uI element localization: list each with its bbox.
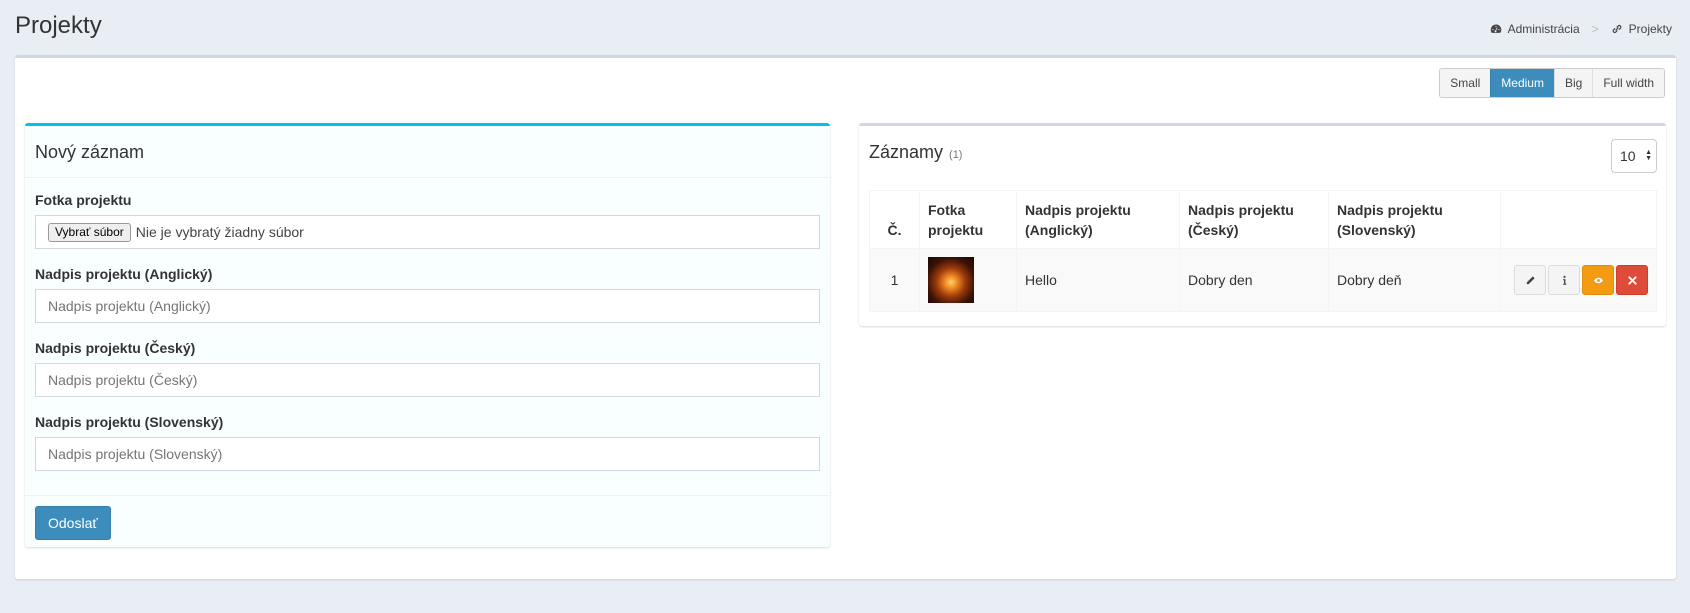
breadcrumb-separator: > bbox=[1591, 22, 1599, 36]
cell-title-cz: Dobry den bbox=[1179, 248, 1329, 312]
breadcrumb: Administrácia > Projekty bbox=[1490, 22, 1672, 36]
table-row: 1 Hello Dobry den Dobry deň bbox=[869, 248, 1657, 312]
eye-icon bbox=[1593, 277, 1603, 283]
photo-file-input[interactable]: Vybrať súbor Nie je vybratý žiadny súbor bbox=[35, 215, 820, 249]
breadcrumb-label-projekty: Projekty bbox=[1628, 22, 1672, 36]
header-divider bbox=[25, 177, 830, 178]
per-page-value: 10 bbox=[1620, 148, 1636, 164]
cell-actions bbox=[1500, 248, 1657, 312]
title-en-input[interactable] bbox=[35, 289, 820, 323]
new-record-box: Nový záznam Fotka projektu Vybrať súbor … bbox=[25, 123, 830, 547]
edit-button[interactable] bbox=[1514, 265, 1546, 295]
per-page-select[interactable]: 10 ▲ ▼ bbox=[1611, 139, 1657, 173]
cell-number: 1 bbox=[869, 248, 920, 312]
select-arrows-icon: ▲ ▼ bbox=[1645, 149, 1652, 162]
column-header-title-en[interactable]: Nadpis projektu (Anglický) bbox=[1016, 190, 1180, 249]
size-small-button[interactable]: Small bbox=[1440, 69, 1491, 97]
info-icon bbox=[1562, 275, 1566, 285]
pencil-icon bbox=[1526, 275, 1535, 284]
view-button[interactable] bbox=[1582, 265, 1614, 295]
column-header-title-sk[interactable]: Nadpis projektu (Slovenský) bbox=[1328, 190, 1501, 249]
page-title: Projekty bbox=[15, 12, 102, 39]
delete-button[interactable] bbox=[1616, 265, 1648, 295]
row-actions bbox=[1509, 265, 1648, 295]
records-box: Záznamy (1) 10 ▲ ▼ Č. Fotka projektu Nadp… bbox=[859, 123, 1666, 326]
column-header-actions bbox=[1500, 190, 1657, 249]
table-header-row: Č. Fotka projektu Nadpis projektu (Angli… bbox=[869, 190, 1657, 249]
column-header-photo[interactable]: Fotka projektu bbox=[919, 190, 1017, 249]
page-header: Projekty Administrácia > Projekty bbox=[0, 0, 1690, 56]
close-icon bbox=[1627, 275, 1637, 285]
records-count: (1) bbox=[949, 149, 963, 161]
size-button-group: Small Medium Big Full width bbox=[1439, 68, 1665, 98]
photo-label: Fotka projektu bbox=[35, 192, 132, 208]
title-sk-label: Nadpis projektu (Slovenský) bbox=[35, 414, 224, 430]
submit-button[interactable]: Odoslať bbox=[35, 506, 111, 540]
breadcrumb-item-administracia[interactable]: Administrácia bbox=[1490, 22, 1580, 36]
footer-divider bbox=[25, 495, 830, 496]
dashboard-icon bbox=[1490, 24, 1501, 33]
info-button[interactable] bbox=[1548, 265, 1580, 295]
records-table: Č. Fotka projektu Nadpis projektu (Angli… bbox=[869, 190, 1657, 312]
size-full-width-button[interactable]: Full width bbox=[1592, 69, 1664, 97]
new-record-header: Nový záznam bbox=[35, 142, 144, 163]
title-cz-label: Nadpis projektu (Český) bbox=[35, 340, 196, 356]
breadcrumb-label-administracia: Administrácia bbox=[1507, 22, 1580, 36]
title-cz-input[interactable] bbox=[35, 363, 820, 397]
title-en-label: Nadpis projektu (Anglický) bbox=[35, 266, 213, 282]
choose-file-button[interactable]: Vybrať súbor bbox=[48, 222, 131, 242]
cell-title-sk: Dobry deň bbox=[1328, 248, 1501, 312]
cell-photo bbox=[919, 248, 1017, 312]
size-medium-button[interactable]: Medium bbox=[1490, 69, 1554, 97]
cell-title-en: Hello bbox=[1016, 248, 1180, 312]
column-header-number[interactable]: Č. bbox=[869, 190, 920, 249]
column-header-title-cz[interactable]: Nadpis projektu (Český) bbox=[1179, 190, 1329, 249]
breadcrumb-item-projekty: Projekty bbox=[1611, 22, 1672, 36]
file-status-text: Nie je vybratý žiadny súbor bbox=[135, 224, 304, 240]
link-icon bbox=[1612, 24, 1622, 34]
project-photo-thumbnail[interactable] bbox=[928, 257, 974, 303]
new-record-title: Nový záznam bbox=[35, 142, 145, 162]
records-header: Záznamy (1) bbox=[869, 142, 962, 163]
title-sk-input[interactable] bbox=[35, 437, 820, 471]
size-big-button[interactable]: Big bbox=[1553, 69, 1593, 97]
records-title: Záznamy bbox=[869, 142, 944, 162]
